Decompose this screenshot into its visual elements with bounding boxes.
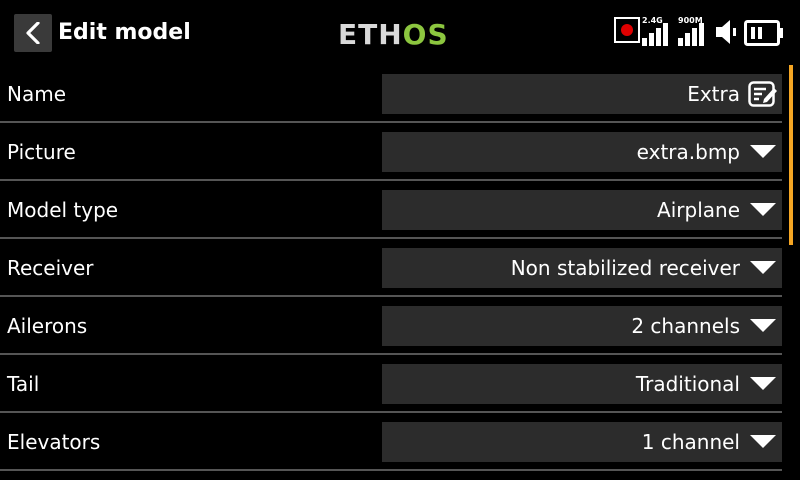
row-label: Picture bbox=[7, 140, 76, 164]
divider bbox=[0, 469, 782, 471]
row-label: Model type bbox=[7, 198, 119, 222]
row-receiver[interactable]: Receiver Non stabilized receiver bbox=[0, 239, 790, 297]
settings-list: Name Extra Picture extra.bmp Model type … bbox=[0, 65, 790, 480]
row-tail[interactable]: Tail Traditional bbox=[0, 355, 790, 413]
receiver-dropdown[interactable]: Non stabilized receiver bbox=[382, 248, 782, 288]
dropdown-arrow-icon bbox=[750, 377, 776, 390]
ailerons-value: 2 channels bbox=[631, 314, 740, 338]
top-bar: Edit model ETHOS 2.4G 900M bbox=[0, 0, 800, 59]
record-icon bbox=[614, 17, 640, 43]
tail-value: Traditional bbox=[635, 372, 740, 396]
back-button[interactable] bbox=[14, 14, 52, 52]
dropdown-arrow-icon bbox=[750, 261, 776, 274]
receiver-value: Non stabilized receiver bbox=[510, 256, 740, 280]
row-label: Receiver bbox=[7, 256, 94, 280]
row-ailerons[interactable]: Ailerons 2 channels bbox=[0, 297, 790, 355]
edit-icon[interactable] bbox=[748, 81, 778, 107]
dropdown-arrow-icon bbox=[750, 145, 776, 158]
elevators-dropdown[interactable]: 1 channel bbox=[382, 422, 782, 462]
tail-dropdown[interactable]: Traditional bbox=[382, 364, 782, 404]
rf-900m-signal: 900M bbox=[677, 14, 711, 46]
dropdown-arrow-icon bbox=[750, 203, 776, 216]
rf-2g4-signal: 2.4G bbox=[641, 14, 671, 46]
speaker-icon bbox=[716, 20, 736, 44]
dropdown-arrow-icon bbox=[750, 435, 776, 448]
row-picture[interactable]: Picture extra.bmp bbox=[0, 123, 790, 181]
elevators-value: 1 channel bbox=[641, 430, 740, 454]
row-label: Tail bbox=[7, 372, 40, 396]
signal-bars-icon bbox=[678, 23, 704, 46]
name-field[interactable]: Extra bbox=[382, 74, 782, 114]
chevron-left-icon bbox=[26, 22, 40, 44]
scrollbar[interactable] bbox=[789, 65, 793, 245]
page-title: Edit model bbox=[58, 20, 191, 45]
row-label: Elevators bbox=[7, 430, 101, 454]
name-value: Extra bbox=[687, 82, 740, 106]
picture-dropdown[interactable]: extra.bmp bbox=[382, 132, 782, 172]
signal-bars-icon bbox=[642, 23, 668, 46]
picture-value: extra.bmp bbox=[636, 140, 740, 164]
ethos-logo: ETHOS bbox=[338, 19, 449, 47]
dropdown-arrow-icon bbox=[750, 319, 776, 332]
row-elevators[interactable]: Elevators 1 channel bbox=[0, 413, 790, 471]
model-type-dropdown[interactable]: Airplane bbox=[382, 190, 782, 230]
row-label: Name bbox=[7, 82, 67, 106]
row-model-type[interactable]: Model type Airplane bbox=[0, 181, 790, 239]
ailerons-dropdown[interactable]: 2 channels bbox=[382, 306, 782, 346]
svg-text:ETHOS: ETHOS bbox=[338, 19, 449, 47]
row-label: Ailerons bbox=[7, 314, 88, 338]
battery-icon bbox=[744, 20, 783, 46]
row-name[interactable]: Name Extra bbox=[0, 65, 790, 123]
model-type-value: Airplane bbox=[657, 198, 740, 222]
